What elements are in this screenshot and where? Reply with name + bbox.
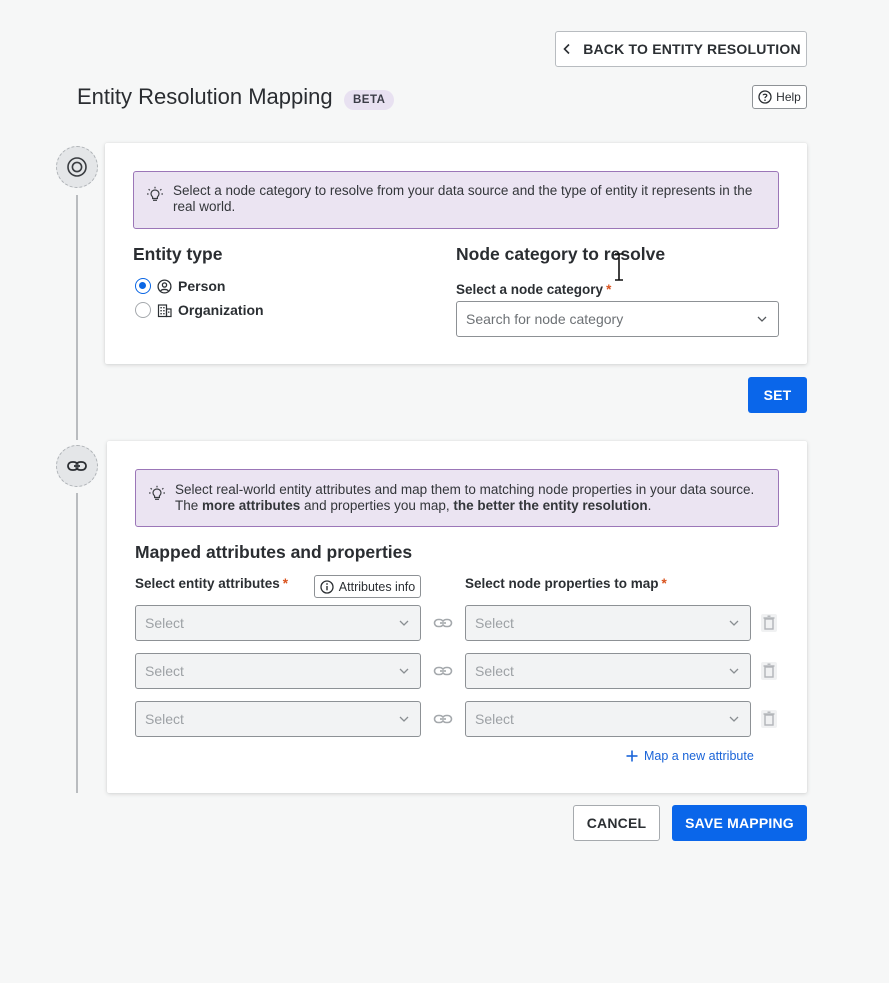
target-icon (67, 157, 87, 177)
chevron-down-icon (729, 668, 739, 674)
required-mark: * (282, 576, 289, 591)
person-radio[interactable] (135, 278, 151, 294)
mapped-attributes-heading: Mapped attributes and properties (135, 542, 413, 562)
step-rail-line-2 (76, 493, 78, 793)
beta-badge: BETA (344, 90, 395, 110)
info-text-bold-better-resolution: the better the entity resolution (453, 498, 648, 513)
person-circle-icon (157, 278, 172, 294)
chevron-down-icon (399, 668, 409, 674)
link-icon (67, 461, 87, 471)
entity-type-option-organization[interactable]: Organization (135, 302, 264, 318)
plus-icon (626, 750, 638, 762)
entity-attribute-select-value: Select (145, 711, 184, 727)
entity-type-heading: Entity type (133, 244, 223, 264)
node-category-info-text: Select a node category to resolve from y… (173, 183, 753, 214)
attribute-mapping-info-text: Select real-world entity attributes and … (175, 482, 765, 514)
entity-attributes-field-label: Select entity attributes * (135, 576, 288, 591)
organization-label: Organization (178, 302, 264, 318)
chevron-down-icon (399, 620, 409, 626)
info-text-bold-more-attributes: more attributes (202, 498, 301, 513)
node-category-select[interactable]: Search for node category (456, 301, 779, 337)
page-title: Entity Resolution Mapping (77, 84, 333, 109)
save-mapping-button[interactable]: SAVE MAPPING (672, 805, 807, 841)
step1-indicator (56, 146, 98, 188)
link-icon (433, 714, 453, 724)
node-category-field-label: Select a node category * (456, 282, 611, 297)
entity-attribute-select-value: Select (145, 615, 184, 631)
info-text-suffix: . (647, 498, 652, 513)
node-property-select-value: Select (475, 615, 514, 631)
map-new-attribute-label: Map a new attribute (644, 749, 754, 763)
help-button[interactable]: Help (752, 85, 807, 109)
link-icon (433, 666, 453, 676)
node-category-card: Select a node category to resolve from y… (105, 143, 807, 364)
back-to-entity-resolution-button[interactable]: BACK TO ENTITY RESOLUTION (555, 31, 807, 67)
entity-attributes-label-text: Select entity attributes (135, 576, 280, 591)
attributes-info-label: Attributes info (338, 579, 416, 594)
required-mark: * (661, 576, 667, 591)
node-property-select-3[interactable]: Select (465, 701, 751, 737)
node-category-placeholder: Search for node category (466, 311, 624, 327)
node-property-select-1[interactable]: Select (465, 605, 751, 641)
chevron-down-icon (729, 620, 739, 626)
node-category-label-text: Select a node category (456, 282, 604, 297)
set-button[interactable]: SET (748, 377, 807, 413)
cancel-button[interactable]: CANCEL (573, 805, 660, 841)
question-circle-icon (758, 90, 772, 104)
step-rail-line (76, 195, 78, 440)
entity-attribute-select-3[interactable]: Select (135, 701, 421, 737)
node-category-info-box: Select a node category to resolve from y… (133, 171, 779, 229)
node-properties-label-text: Select node properties to map (465, 576, 659, 591)
map-new-attribute-link[interactable]: Map a new attribute (626, 749, 754, 763)
info-text-middle: and properties you map, (300, 498, 454, 513)
attribute-mapping-info-box: Select real-world entity attributes and … (135, 469, 779, 527)
chevron-down-icon (729, 716, 739, 722)
node-property-select-2[interactable]: Select (465, 653, 751, 689)
step2-indicator (56, 445, 98, 487)
link-icon (433, 618, 453, 628)
entity-attribute-select-1[interactable]: Select (135, 605, 421, 641)
node-properties-field-label: Select node properties to map * (465, 576, 667, 591)
delete-row-3-icon[interactable] (761, 710, 777, 728)
entity-type-option-person[interactable]: Person (135, 278, 225, 294)
chevron-left-icon (563, 43, 570, 55)
lightbulb-icon (147, 186, 163, 201)
node-property-select-value: Select (475, 711, 514, 727)
delete-row-1-icon[interactable] (761, 614, 777, 632)
info-circle-icon (320, 579, 334, 594)
help-label: Help (776, 90, 801, 104)
chevron-down-icon (399, 716, 409, 722)
person-label: Person (178, 278, 226, 294)
required-mark: * (606, 282, 612, 297)
attributes-info-button[interactable]: Attributes info (314, 575, 421, 598)
delete-row-2-icon[interactable] (761, 662, 777, 680)
attribute-mapping-card: Select real-world entity attributes and … (107, 441, 807, 793)
organization-radio[interactable] (135, 302, 151, 318)
chevron-down-icon (757, 316, 767, 322)
node-category-heading: Node category to resolve (456, 244, 666, 264)
entity-attribute-select-value: Select (145, 663, 184, 679)
building-icon (157, 303, 172, 317)
text-cursor-icon (615, 253, 623, 281)
lightbulb-icon (149, 485, 165, 500)
back-button-label: BACK TO ENTITY RESOLUTION (583, 41, 801, 57)
entity-attribute-select-2[interactable]: Select (135, 653, 421, 689)
node-property-select-value: Select (475, 663, 514, 679)
